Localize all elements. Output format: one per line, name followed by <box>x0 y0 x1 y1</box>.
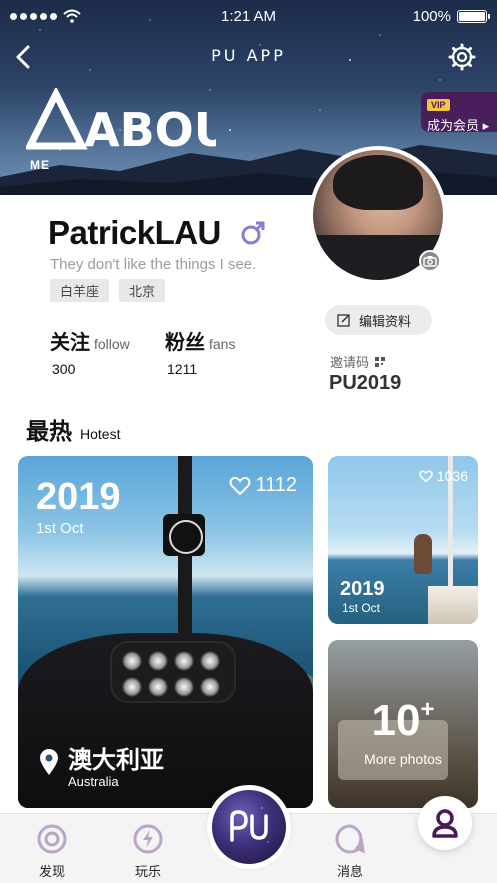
more-photos-count-suffix: + <box>420 696 435 723</box>
more-photos-card[interactable]: 10+ More photos <box>328 640 478 808</box>
battery-percent: 100% <box>412 7 451 25</box>
card-year: 2019 <box>340 578 385 600</box>
edit-profile-label: 编辑资料 <box>359 313 412 329</box>
more-photos-count: 10+ <box>328 696 478 746</box>
about-logo-text: ABOUT <box>84 103 216 152</box>
like-count[interactable]: 1036 <box>419 468 468 484</box>
follow-label: 关注 <box>50 332 90 354</box>
card-date: 1st Oct <box>342 601 381 615</box>
tab-me-button[interactable] <box>418 796 472 850</box>
heart-icon <box>229 476 251 495</box>
invite-code: PU2019 <box>329 372 402 394</box>
chevron-right-icon: ▸ <box>482 118 490 133</box>
profile-name: PatrickLAU <box>48 214 221 251</box>
vip-label: 成为会员 ▸ <box>427 115 491 134</box>
tab-discover[interactable]: 发现 <box>22 824 82 880</box>
location-en: Australia <box>68 774 119 789</box>
app-title: PU APP <box>211 46 286 65</box>
fans-label-en: fans <box>209 336 236 352</box>
qr-code-icon[interactable] <box>375 356 386 367</box>
tab-messages[interactable]: 消息 <box>320 824 380 880</box>
vip-label-text: 成为会员 <box>427 118 480 133</box>
lightning-icon <box>133 824 163 854</box>
tab-discover-label: 发现 <box>38 864 65 879</box>
fans-count: 1211 <box>167 361 198 377</box>
tag-city: 北京 <box>119 279 166 302</box>
become-member-button[interactable]: VIP 成为会员 ▸ <box>421 92 497 134</box>
edit-profile-button[interactable]: 编辑资料 <box>325 305 432 335</box>
battery-icon <box>457 9 490 23</box>
battery-group: 100% <box>412 7 490 25</box>
signal-group <box>10 9 81 23</box>
edit-icon <box>337 314 350 327</box>
card-year: 2019 <box>36 476 121 518</box>
card-date: 1st Oct <box>36 520 84 537</box>
fans-label: 粉丝 <box>165 332 205 354</box>
message-icon <box>335 824 365 854</box>
card-location: 澳大利亚 Australia <box>38 748 164 790</box>
like-count-value: 1036 <box>436 468 468 484</box>
like-count[interactable]: 1112 <box>229 474 297 497</box>
photo-card-australia[interactable]: 2019 1st Oct 1112 澳大利亚 Australia <box>18 456 313 808</box>
male-gender-icon <box>241 221 265 245</box>
vip-badge: VIP <box>427 99 450 111</box>
tab-play[interactable]: 玩乐 <box>118 824 178 880</box>
follow-stat[interactable]: 关注 follow 300 <box>50 326 130 377</box>
tab-play-label: 玩乐 <box>134 864 161 879</box>
location-pin-icon <box>40 749 58 775</box>
wifi-icon <box>63 9 81 23</box>
profile-tagline: They don't like the things I see. <box>50 256 257 273</box>
status-bar: 1:21 AM 100% <box>0 0 497 32</box>
center-post-button[interactable] <box>207 785 291 869</box>
photo-card-sailing[interactable]: 1036 2019 1st Oct <box>328 456 478 624</box>
profile-tags: 白羊座 北京 <box>50 279 166 302</box>
heart-icon <box>419 470 433 483</box>
invite-label: 邀请码 <box>330 352 386 371</box>
hottest-title-en: Hotest <box>80 426 121 442</box>
follow-count: 300 <box>52 361 76 377</box>
fans-stat[interactable]: 粉丝 fans 1211 <box>165 326 235 377</box>
about-logo: ABOUT <box>26 88 216 152</box>
discover-icon <box>37 824 67 854</box>
follow-label-en: follow <box>94 336 130 352</box>
more-photos-label: More photos <box>364 751 442 767</box>
about-subtitle: ME <box>30 158 50 172</box>
gear-icon[interactable] <box>447 42 477 72</box>
camera-icon[interactable] <box>419 250 441 272</box>
more-photos-count-value: 10 <box>371 696 421 745</box>
location-cn: 澳大利亚 <box>68 747 164 774</box>
user-icon <box>432 809 458 838</box>
like-count-value: 1112 <box>255 474 297 496</box>
nav-bar: PU APP <box>0 38 497 76</box>
tag-zodiac: 白羊座 <box>50 279 110 302</box>
pu-logo-icon <box>230 810 268 842</box>
signal-strength-icon <box>10 12 57 20</box>
hottest-title-cn: 最热 <box>26 418 72 444</box>
invite-label-text: 邀请码 <box>330 355 370 370</box>
status-time: 1:21 AM <box>220 7 277 25</box>
tab-messages-label: 消息 <box>336 864 363 879</box>
hottest-section-title: 最热 Hotest <box>26 412 120 446</box>
